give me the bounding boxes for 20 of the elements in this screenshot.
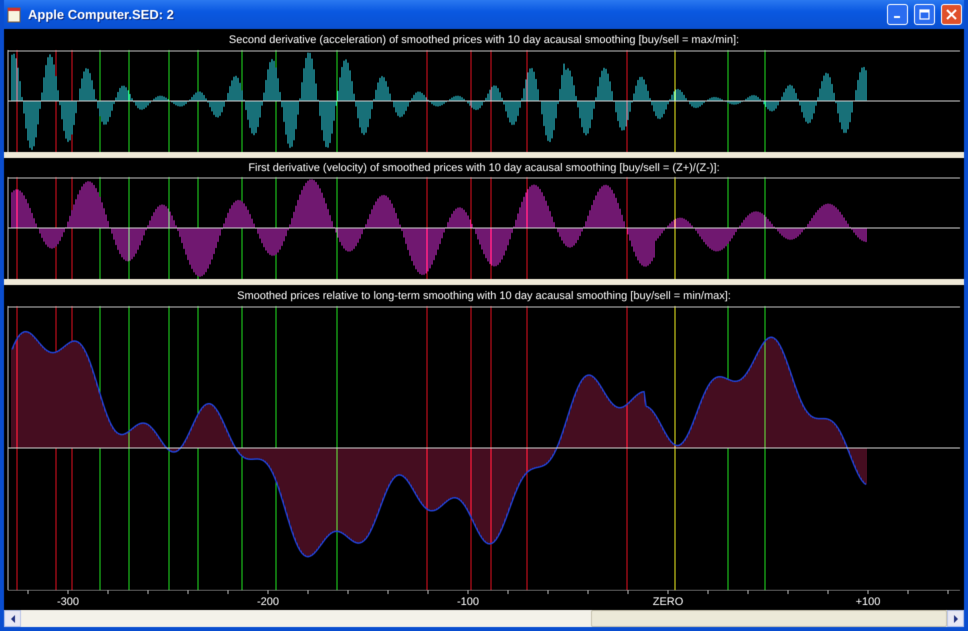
scrollbar-thumb[interactable] xyxy=(591,610,947,627)
document-icon xyxy=(6,6,22,22)
scroll-right-button[interactable] xyxy=(947,610,964,627)
window-title: Apple Computer.SED: 2 xyxy=(28,7,175,22)
axis-label: -200 xyxy=(256,596,280,608)
left-arrow-icon xyxy=(10,614,16,622)
axis-label: -100 xyxy=(456,596,480,608)
chart-title: Second derivative (acceleration) of smoothed prices with 10 day acausal smoothing [buy/sell = max/min]: xyxy=(228,33,740,48)
axis-label: -300 xyxy=(56,596,80,608)
chart-title: First derivative (velocity) of smoothed prices with 10 day acausal smoothing [buy/sell = (Z+)/(Z-)]: xyxy=(247,161,721,176)
chart-title: Smoothed prices relative to long-term smoothing with 10 day acausal smoothing [buy/sell = min/max]: xyxy=(236,289,732,304)
close-button[interactable] xyxy=(941,4,962,25)
close-icon xyxy=(946,9,957,20)
minimize-button[interactable] xyxy=(887,4,908,25)
axis-label: +100 xyxy=(856,596,880,608)
maximize-button[interactable] xyxy=(914,4,935,25)
scroll-left-button[interactable] xyxy=(4,610,21,627)
maximize-icon xyxy=(919,9,930,20)
axis-label: ZERO xyxy=(652,596,684,608)
right-arrow-icon xyxy=(952,614,958,622)
